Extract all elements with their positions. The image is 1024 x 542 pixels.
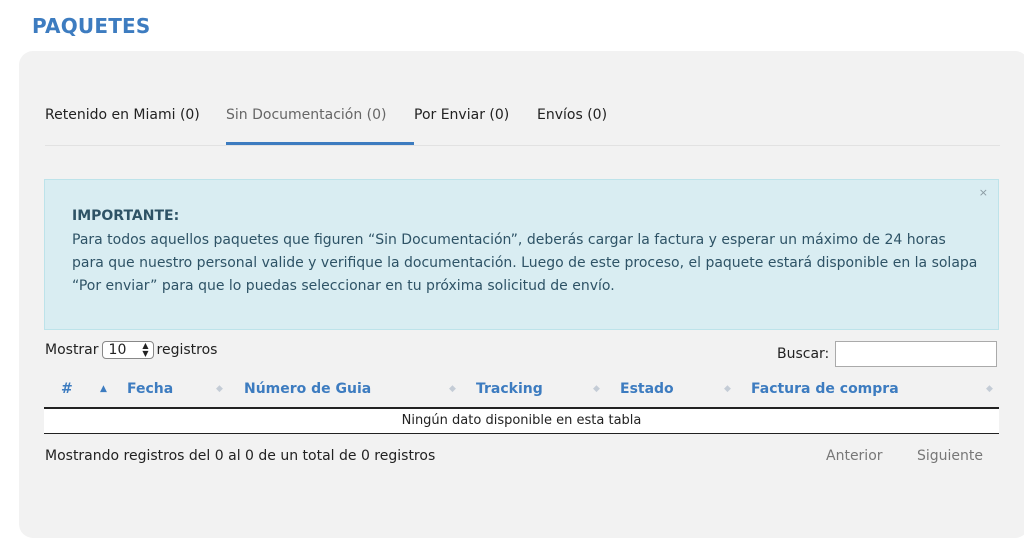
alert-title: IMPORTANTE: xyxy=(72,208,180,224)
column-header-fecha[interactable]: Fecha xyxy=(127,381,173,397)
alert-body: Para todos aquellos paquetes que figuren… xyxy=(72,232,978,294)
sort-asc-icon: ▲ xyxy=(100,384,107,394)
sort-icon: ◆ xyxy=(449,384,456,394)
packages-panel: Retenido en Miami (0) Sin Documentación … xyxy=(19,51,1024,538)
previous-page-button[interactable]: Anterior xyxy=(826,448,883,464)
sort-icon: ◆ xyxy=(724,384,731,394)
tab-sin-documentacion[interactable]: Sin Documentación (0) xyxy=(226,107,387,123)
page-title: PAQUETES xyxy=(32,14,151,38)
sort-icon: ◆ xyxy=(986,384,993,394)
table-info: Mostrando registros del 0 al 0 de un tot… xyxy=(45,448,436,464)
tab-retenido-en-miami[interactable]: Retenido en Miami (0) xyxy=(45,107,200,123)
next-page-button[interactable]: Siguiente xyxy=(917,448,983,464)
column-header-tracking[interactable]: Tracking xyxy=(476,381,543,397)
empty-table-message: Ningún dato disponible en esta tabla xyxy=(44,409,999,434)
close-icon[interactable]: × xyxy=(979,186,988,199)
sort-icon: ◆ xyxy=(216,384,223,394)
select-arrows-icon: ▲ ▼ xyxy=(142,341,149,358)
search-control: Buscar: xyxy=(777,341,998,367)
sort-icon: ◆ xyxy=(593,384,600,394)
column-header-number[interactable]: # xyxy=(61,381,73,397)
tab-envios[interactable]: Envíos (0) xyxy=(537,107,607,123)
records-label: registros xyxy=(156,342,218,358)
column-header-factura-de-compra[interactable]: Factura de compra xyxy=(751,381,899,397)
tab-por-enviar[interactable]: Por Enviar (0) xyxy=(414,107,509,123)
important-alert: × IMPORTANTE: Para todos aquellos paquet… xyxy=(44,179,999,330)
table-header: # ▲ Fecha ◆ Número de Guia ◆ Tracking ◆ … xyxy=(44,371,999,409)
search-label: Buscar: xyxy=(777,346,830,362)
show-label: Mostrar xyxy=(45,342,99,358)
page-length-value: 10 xyxy=(108,342,127,358)
page-length-select[interactable]: 10 ▲ ▼ xyxy=(101,341,154,359)
column-header-numero-de-guia[interactable]: Número de Guia xyxy=(244,381,371,397)
tab-bar: Retenido en Miami (0) Sin Documentación … xyxy=(45,95,1000,146)
search-input[interactable] xyxy=(835,341,998,367)
active-tab-indicator xyxy=(226,142,414,145)
column-header-estado[interactable]: Estado xyxy=(620,381,674,397)
page-length-control: Mostrar 10 ▲ ▼ registros xyxy=(45,341,217,359)
